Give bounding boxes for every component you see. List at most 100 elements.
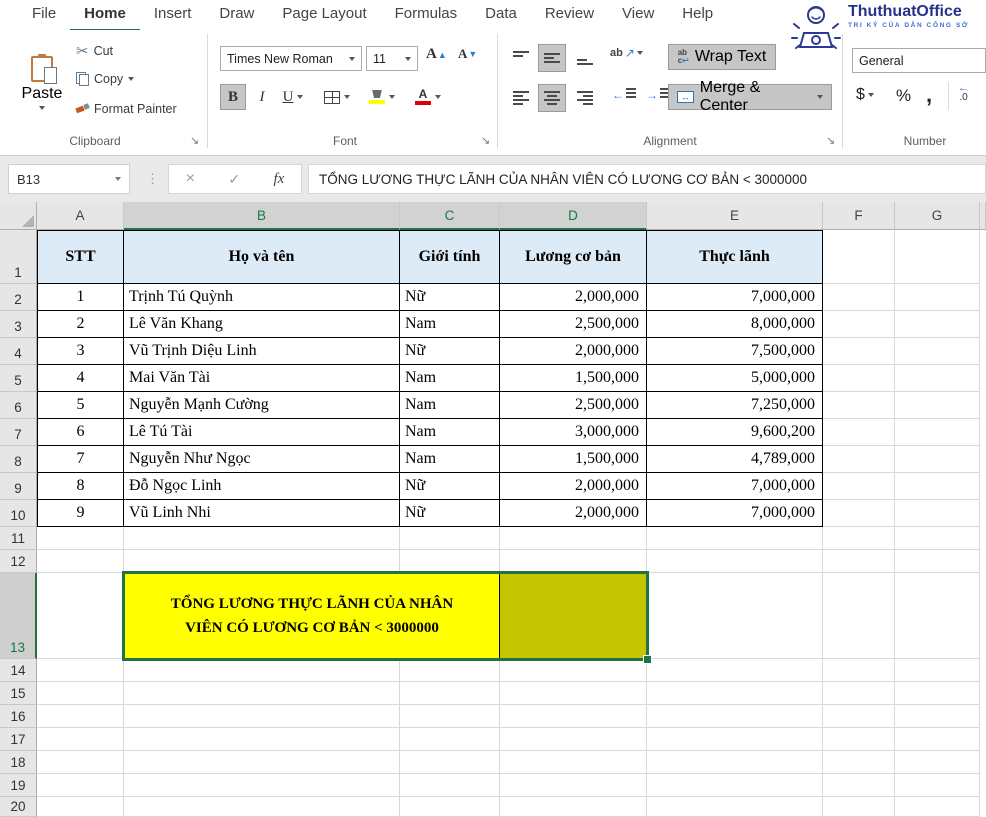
cell-base-salary[interactable]: 2,000,000 [500, 473, 647, 500]
cell[interactable] [895, 365, 980, 392]
align-right-button[interactable] [572, 86, 598, 110]
cell[interactable] [823, 392, 895, 419]
cell[interactable] [823, 705, 895, 728]
cell[interactable] [895, 705, 980, 728]
row-header-1[interactable]: 1 [0, 230, 37, 284]
percent-style-button[interactable]: % [896, 86, 911, 106]
cell[interactable] [500, 728, 647, 751]
cell[interactable] [823, 682, 895, 705]
cell-c1[interactable]: Giới tính [400, 230, 500, 284]
font-color-button[interactable]: A [410, 84, 446, 110]
cell[interactable] [124, 682, 400, 705]
cell-name[interactable]: Nguyễn Như Ngọc [124, 446, 400, 473]
cell[interactable] [823, 473, 895, 500]
alignment-dialog-launcher-icon[interactable]: ↘ [826, 134, 835, 147]
cell-gender[interactable]: Nam [400, 392, 500, 419]
cell[interactable] [37, 797, 124, 817]
cell[interactable] [823, 728, 895, 751]
cell-b13-merged-summary[interactable]: TỔNG LƯƠNG THỰC LÃNH CỦA NHÂN VIÊN CÓ LƯ… [124, 573, 500, 659]
cell-stt[interactable]: 5 [37, 392, 124, 419]
tab-data[interactable]: Data [471, 0, 531, 29]
underline-button[interactable]: U [276, 84, 310, 110]
cell[interactable] [647, 728, 823, 751]
cell[interactable] [823, 284, 895, 311]
cell-a1[interactable]: STT [37, 230, 124, 284]
wrap-text-button[interactable]: abc↩ Wrap Text [668, 44, 776, 70]
cell[interactable] [400, 751, 500, 774]
cell[interactable] [823, 550, 895, 573]
cell[interactable] [823, 527, 895, 550]
format-painter-button[interactable]: Format Painter [76, 102, 177, 116]
cell-net-salary[interactable]: 7,000,000 [647, 500, 823, 527]
column-header-g[interactable]: G [895, 202, 980, 230]
merge-center-button[interactable]: ↔ Merge & Center [668, 84, 832, 110]
top-align-button[interactable] [508, 46, 534, 70]
cell[interactable] [124, 728, 400, 751]
row-header-15[interactable]: 15 [0, 682, 37, 705]
row-header-8[interactable]: 8 [0, 446, 37, 473]
row-header-3[interactable]: 3 [0, 311, 37, 338]
row-header-4[interactable]: 4 [0, 338, 37, 365]
cell[interactable] [647, 682, 823, 705]
formula-bar-resize-handle[interactable]: ⋮ [146, 164, 159, 194]
cell[interactable] [37, 705, 124, 728]
italic-button[interactable]: I [250, 84, 274, 110]
column-header-d[interactable]: D [500, 202, 647, 230]
cell[interactable] [823, 797, 895, 817]
cell-name[interactable]: Lê Tú Tài [124, 419, 400, 446]
cell[interactable] [400, 705, 500, 728]
cell-name[interactable]: Nguyễn Mạnh Cường [124, 392, 400, 419]
cell-base-salary[interactable]: 2,000,000 [500, 284, 647, 311]
row-header-7[interactable]: 7 [0, 419, 37, 446]
cancel-icon[interactable]: × [186, 170, 195, 188]
cell-base-salary[interactable]: 1,500,000 [500, 446, 647, 473]
cell-name[interactable]: Đỗ Ngọc Linh [124, 473, 400, 500]
cell-d13-selected[interactable] [500, 573, 647, 659]
row-header-12[interactable]: 12 [0, 550, 37, 573]
cell[interactable] [895, 500, 980, 527]
cell[interactable] [124, 705, 400, 728]
cell[interactable] [124, 527, 400, 550]
cell[interactable] [895, 527, 980, 550]
column-header-c[interactable]: C [400, 202, 500, 230]
cell[interactable] [895, 446, 980, 473]
cell[interactable] [647, 659, 823, 682]
decrease-indent-button[interactable]: ← [612, 88, 636, 102]
cell[interactable] [823, 419, 895, 446]
tab-home[interactable]: Home [70, 0, 140, 32]
cell-stt[interactable]: 2 [37, 311, 124, 338]
clipboard-dialog-launcher-icon[interactable]: ↘ [190, 134, 199, 147]
cell-gender[interactable]: Nữ [400, 284, 500, 311]
cell[interactable] [647, 550, 823, 573]
row-header-19[interactable]: 19 [0, 774, 37, 797]
cell-name[interactable]: Vũ Linh Nhi [124, 500, 400, 527]
cell[interactable] [895, 311, 980, 338]
cell[interactable] [37, 751, 124, 774]
font-size-combobox[interactable]: 11 [366, 46, 418, 71]
bottom-align-button[interactable] [572, 46, 598, 70]
name-box[interactable]: B13 [8, 164, 130, 194]
row-header-14[interactable]: 14 [0, 659, 37, 682]
cell[interactable] [823, 446, 895, 473]
increase-decimal-button[interactable]: ← .0 [958, 84, 969, 102]
cell-base-salary[interactable]: 3,000,000 [500, 419, 647, 446]
cell[interactable] [823, 365, 895, 392]
cell[interactable] [400, 682, 500, 705]
cell-stt[interactable]: 1 [37, 284, 124, 311]
cell-g1[interactable] [895, 230, 980, 284]
cell[interactable] [647, 705, 823, 728]
cell-base-salary[interactable]: 2,000,000 [500, 500, 647, 527]
tab-draw[interactable]: Draw [205, 0, 268, 29]
tab-file[interactable]: File [18, 0, 70, 29]
cell[interactable] [895, 659, 980, 682]
cell-gender[interactable]: Nam [400, 446, 500, 473]
cell-net-salary[interactable]: 4,789,000 [647, 446, 823, 473]
column-header-e[interactable]: E [647, 202, 823, 230]
cell[interactable] [37, 659, 124, 682]
tab-insert[interactable]: Insert [140, 0, 206, 29]
cell-gender[interactable]: Nam [400, 419, 500, 446]
cell[interactable] [124, 659, 400, 682]
increase-font-size-button[interactable]: A▲ [426, 46, 447, 63]
tab-view[interactable]: View [608, 0, 668, 29]
paste-button[interactable]: Paste [16, 36, 68, 130]
